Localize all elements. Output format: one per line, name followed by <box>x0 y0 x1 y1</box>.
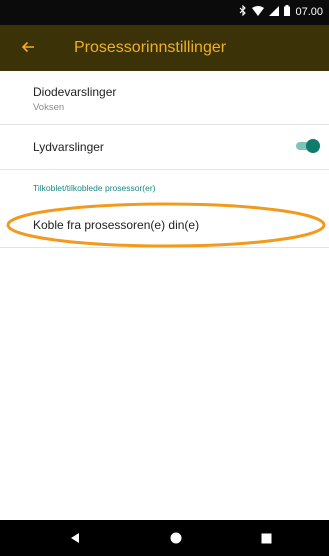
status-bar: 07.00 <box>0 0 329 25</box>
sound-alerts-setting[interactable]: Lydvarslinger <box>0 125 329 169</box>
nav-recents-button[interactable] <box>236 520 296 556</box>
sound-alerts-toggle[interactable] <box>294 139 324 153</box>
status-time: 07.00 <box>295 6 323 18</box>
disconnect-processors-title: Koble fra prosessoren(e) din(e) <box>33 218 200 232</box>
nav-back-button[interactable] <box>45 520 105 556</box>
home-circle-icon <box>170 532 182 544</box>
diode-alerts-value: Voksen <box>33 102 65 113</box>
recents-square-icon <box>261 533 271 543</box>
status-icons: 07.00 <box>239 4 323 19</box>
nav-home-button[interactable] <box>146 520 206 556</box>
sound-alerts-title: Lydvarslinger <box>33 140 104 154</box>
wifi-icon <box>252 5 265 19</box>
navigation-bar <box>0 520 329 556</box>
divider <box>0 169 329 170</box>
battery-icon <box>284 5 291 19</box>
diode-alerts-title: Diodevarslinger <box>33 85 117 99</box>
arrow-left-icon <box>21 41 34 53</box>
app-bar: Prosessorinnstillinger <box>0 25 329 71</box>
bluetooth-icon <box>239 4 247 19</box>
disconnect-processors-item[interactable]: Koble fra prosessoren(e) din(e) <box>0 201 329 247</box>
toggle-thumb <box>306 139 320 153</box>
page-title: Prosessorinnstillinger <box>74 39 227 56</box>
section-header-connected-processors: Tilkoblet/tilkoblede prosessor(er) <box>33 183 156 193</box>
diode-alerts-setting[interactable]: Diodevarslinger Voksen <box>0 71 329 124</box>
back-triangle-icon <box>71 533 79 543</box>
back-button[interactable] <box>21 35 35 60</box>
signal-icon <box>269 5 280 19</box>
divider <box>0 247 329 248</box>
